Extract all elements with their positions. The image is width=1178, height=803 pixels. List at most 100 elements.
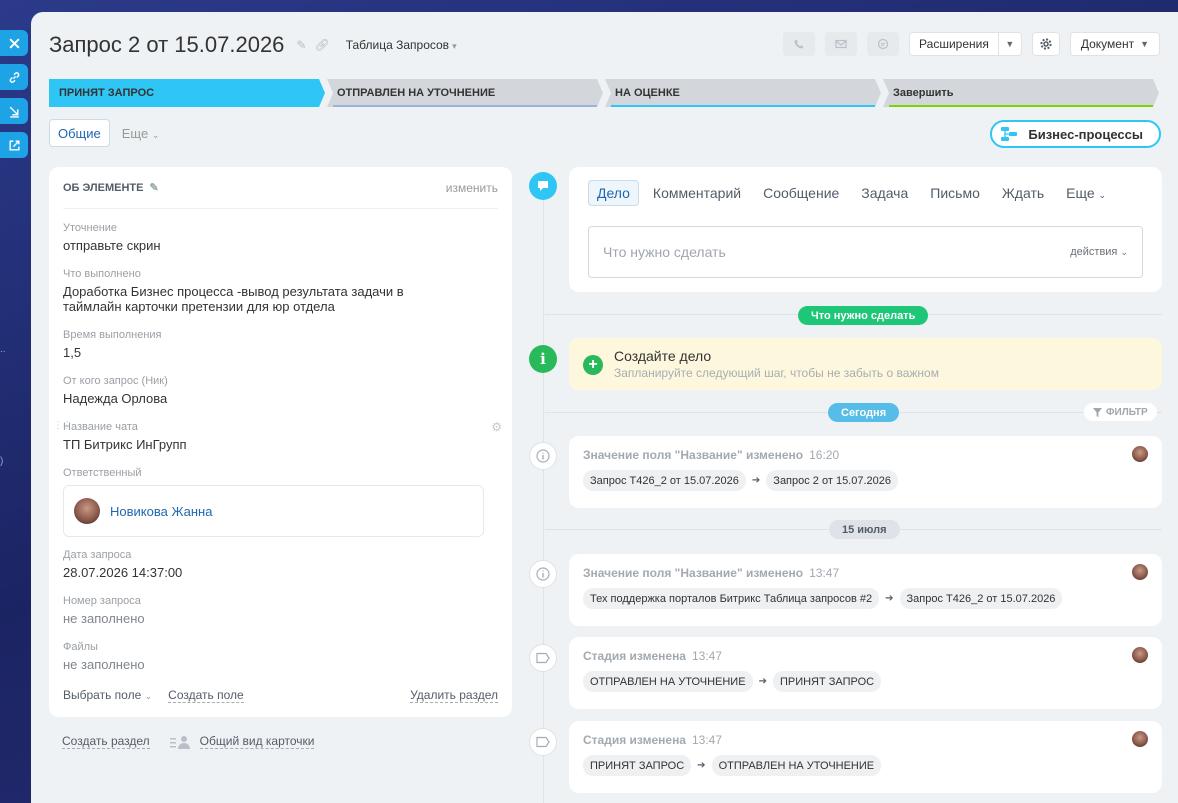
field-value: ТП Битрикс ИнГрупп [63,437,187,452]
avatar[interactable] [1132,731,1148,747]
create-field-link[interactable]: Создать поле [168,688,244,703]
edit-title-icon[interactable]: ✎ [296,38,306,52]
timeline-event: Стадия изменена 13:47 ОТПРАВЛЕН НА УТОЧНЕ… [569,637,1162,709]
avatar[interactable] [1132,564,1148,580]
stage-evaluation[interactable]: НА ОЦЕНКЕ [605,79,881,107]
activity-editor: Дело Комментарий Сообщение Задача Письмо… [569,167,1162,292]
link-icon [9,71,19,83]
slider-side-controls [0,30,30,166]
field-value: 28.07.2026 14:37:00 [63,565,183,580]
common-view-link[interactable]: Общий вид карточки [169,734,315,749]
document-button[interactable]: Документ ▼ [1069,32,1160,56]
arrow-right-icon: ➔ [697,760,706,771]
email-button[interactable] [825,32,858,56]
todo-pill: Что нужно сделать [798,306,929,325]
call-button[interactable] [783,32,816,56]
category-selector[interactable]: Таблица Запросов ▾ [346,38,457,52]
today-pill: Сегодня [828,403,900,422]
choose-field-link[interactable]: Выбрать поле ⌄ [63,688,152,703]
field-label: Что выполнено [63,268,141,280]
tab-email[interactable]: Письмо [930,185,980,201]
timeline-event-dot [529,560,557,588]
gear-icon [1040,38,1052,50]
responsible-name[interactable]: Новикова Жанна [110,504,212,519]
avatar[interactable] [1132,446,1148,462]
chat-button[interactable] [867,32,900,56]
tab-comment[interactable]: Комментарий [653,185,741,201]
old-value-chip: Запрос T426_2 от 15.07.2026 [583,470,746,491]
event-title: Значение поля "Название" изменено 13:47 [583,566,839,580]
hint-title: Создайте дело [614,348,712,364]
chevron-down-icon: ⌄ [1120,247,1128,257]
actions-dropdown[interactable]: действия ⌄ [1070,246,1128,258]
tab-more[interactable]: Еще ⌄ [1066,185,1106,201]
activity-input[interactable]: Что нужно сделать действия ⌄ [588,226,1143,278]
background-text-fragment: ) [0,456,4,467]
field-value: Надежда Орлова [63,391,168,406]
field-value: не заполнено [63,657,145,672]
field-value: 1,5 [63,345,82,360]
event-title-text: Значение поля "Название" изменено [583,566,804,580]
field-requester: От кого запрос (Ник) Надежда Орлова [63,375,483,406]
tab-more[interactable]: Еще ⌄ [122,126,160,141]
stage-tag-icon [536,736,550,748]
field-files: Файлы не заполнено [63,641,483,672]
delete-section-link[interactable]: Удалить раздел [410,688,498,703]
page-title: Запрос 2 от 15.07.2026 [49,32,285,57]
field-label: Название чата [63,421,138,433]
card-bottom-actions: Создать раздел Общий вид карточки [62,734,315,749]
link-icon[interactable]: 🔗︎ [314,38,329,52]
field-chat-name: Название чата ТП Битрикс ИнГрупп [63,421,483,452]
event-title-text: Значение поля "Название" изменено [583,448,804,462]
tab-task[interactable]: Задача [861,185,908,201]
tab-message[interactable]: Сообщение [763,185,839,201]
event-change: ПРИНЯТ ЗАПРОС ➔ ОТПРАВЛЕН НА УТОЧНЕНИЕ [583,755,882,776]
chevron-down-icon: ▾ [452,41,457,51]
users-icon [169,735,190,749]
filter-button[interactable]: ФИЛЬТР [1084,403,1157,421]
arrow-right-icon: ➔ [758,676,767,687]
close-slider-button[interactable] [0,30,28,56]
tab-general[interactable]: Общие [49,119,110,147]
info-circle-icon [536,449,550,463]
card-edit-link[interactable]: изменить [446,181,498,195]
field-value: не заполнено [63,611,145,626]
settings-button[interactable] [1031,32,1060,56]
drag-handle-icon[interactable]: ⋮⋮ [53,420,72,431]
arrow-right-icon: ➔ [751,475,761,486]
event-change: ОТПРАВЛЕН НА УТОЧНЕНИЕ ➔ ПРИНЯТ ЗАПРОС [583,671,882,692]
pencil-icon[interactable]: ✎ [149,181,158,194]
extensions-menu[interactable]: Расширения ▼ [909,32,1022,56]
event-title: Стадия изменена 13:47 [583,649,722,663]
stage-color-line [333,105,597,107]
avatar[interactable] [1132,647,1148,663]
chat-icon [877,38,889,50]
about-item-card: ОБ ЭЛЕМЕНТЕ ✎ изменить Уточнение отправьт… [49,167,512,717]
old-stage-chip: ПРИНЯТ ЗАПРОС [583,755,692,776]
new-stage-chip: ПРИНЯТ ЗАПРОС [772,671,882,692]
stage-sent-for-clarification[interactable]: ОТПРАВЛЕН НА УТОЧНЕНИЕ [327,79,603,107]
copy-link-button[interactable] [0,64,28,90]
minimize-button[interactable] [0,98,28,124]
create-activity-hint[interactable]: + Создайте дело Запланируйте следующий ш… [569,338,1162,390]
hint-subtitle: Запланируйте следующий шаг, чтобы не заб… [614,366,939,380]
responsible-user[interactable]: Новикова Жанна [63,485,484,537]
timeline-event: Стадия изменена 13:47 ПРИНЯТ ЗАПРОС ➔ ОТП… [569,721,1162,793]
event-title-text: Стадия изменена [583,733,686,747]
timeline-comment-dot [529,172,557,200]
gear-icon[interactable]: ⚙ [491,420,502,434]
field-label: От кого запрос (Ник) [63,375,168,387]
tab-activity[interactable]: Дело [588,180,639,206]
tab-wait[interactable]: Ждать [1002,185,1044,201]
event-time: 13:47 [809,566,840,580]
business-processes-button[interactable]: Бизнес-процессы [990,120,1161,148]
stage-label: НА ОЦЕНКЕ [615,87,680,99]
entity-slider: Запрос 2 от 15.07.2026 ✎ 🔗︎ Таблица Запр… [31,12,1178,803]
stage-finish[interactable]: Завершить [883,79,1159,107]
field-value: отправьте скрин [63,238,161,253]
avatar [74,498,100,524]
stage-accepted[interactable]: ПРИНЯТ ЗАПРОС [49,79,325,107]
open-new-window-button[interactable] [0,132,28,158]
create-section-link[interactable]: Создать раздел [62,734,150,749]
chevron-down-icon: ⌄ [1098,190,1107,200]
